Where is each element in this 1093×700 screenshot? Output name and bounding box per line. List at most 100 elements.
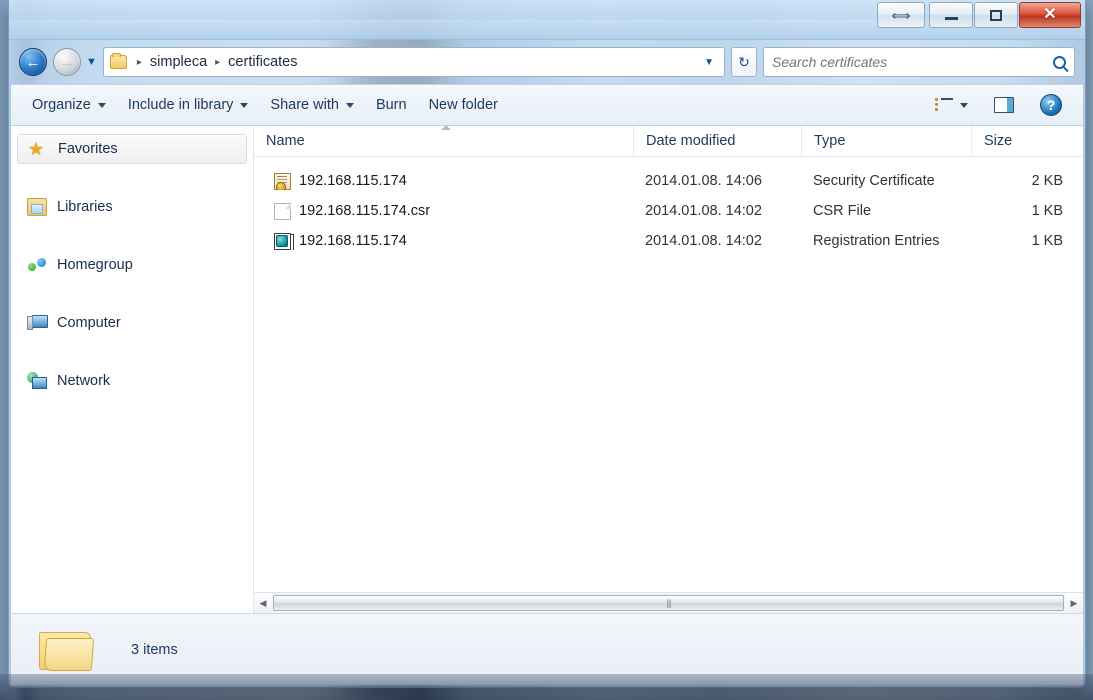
sidebar-item-network[interactable]: Network [17,366,247,396]
forward-button[interactable]: → [53,48,81,76]
sidebar-item-label: Libraries [57,199,113,215]
cell-date-modified: 2014.01.08. 14:06 [645,173,762,189]
cell-date-modified: 2014.01.08. 14:02 [645,233,762,249]
organize-button[interactable]: Organize [21,92,117,118]
sidebar-item-label: Computer [57,315,121,331]
table-row[interactable]: 192.168.115.174 2014.01.08. 14:06 Securi… [254,166,1083,196]
search-icon [1053,55,1066,69]
cell-type: CSR File [813,203,872,219]
include-in-library-label: Include in library [127,97,234,113]
share-with-label: Share with [270,97,339,113]
address-bar-row: ← → ▼ ▸ simpleca ▸ certificates ▼ ↻ [9,40,1085,84]
column-header-type[interactable]: Type [801,126,971,156]
breadcrumb-simpleca[interactable]: simpleca [147,54,210,70]
help-icon: ? [1040,94,1062,116]
network-icon [27,372,47,390]
chevron-down-icon [240,102,249,108]
chevron-down-icon [960,102,968,108]
column-header-size[interactable]: Size [971,126,1083,156]
close-icon: ✕ [1043,6,1057,23]
back-button[interactable]: ← [19,48,47,76]
resize-arrow-icon: ⟺ [891,7,911,23]
registry-file-icon [274,232,294,250]
sidebar-item-libraries[interactable]: Libraries [17,192,247,222]
sidebar-item-label: Homegroup [57,257,133,273]
sidebar-item-homegroup[interactable]: Homegroup [17,250,247,280]
blank-document-icon [274,202,291,220]
resize-button[interactable]: ⟺ [877,2,925,28]
change-view-button[interactable] [924,93,979,117]
recent-pages-button[interactable]: ▼ [86,56,97,68]
breadcrumb-certificates[interactable]: certificates [225,54,300,70]
address-dropdown-button[interactable]: ▼ [700,57,720,68]
burn-label: Burn [375,97,407,113]
view-options-icon [935,98,953,112]
file-name: 192.168.115.174 [299,173,407,189]
toolbar-right-group: ? [924,89,1073,121]
sidebar-item-label: Favorites [58,141,118,157]
item-count-label: 3 items [131,641,178,658]
star-icon: ★ [28,139,45,159]
include-in-library-button[interactable]: Include in library [117,92,260,118]
desktop-backdrop: ⟺ ✕ ← → ▼ ▸ simpleca ▸ certificates ▼ ↻ … [0,0,1093,700]
cell-date-modified: 2014.01.08. 14:02 [645,203,762,219]
folder-icon [39,628,95,672]
chevron-down-icon [345,102,354,108]
back-arrow-icon: ← [25,53,41,71]
scroll-right-button[interactable]: ▶ [1065,593,1083,613]
new-folder-button[interactable]: New folder [418,92,509,118]
column-label: Date modified [646,133,736,149]
cell-size: 1 KB [1031,203,1063,219]
address-bar[interactable]: ▸ simpleca ▸ certificates ▼ [102,47,725,77]
preview-pane-icon [994,97,1014,113]
scroll-left-button[interactable]: ◀ [254,593,272,613]
minimize-button[interactable] [929,2,973,28]
table-row[interactable]: 192.168.115.174.csr 2014.01.08. 14:02 CS… [254,196,1083,226]
scrollbar-grip-icon: ||| [666,598,671,608]
burn-button[interactable]: Burn [365,92,418,118]
column-label: Type [814,133,846,149]
cell-size: 2 KB [1031,173,1063,189]
security-certificate-icon [274,172,291,190]
file-list-pane: Name Date modified Type Size 192.168.115… [254,126,1083,613]
forward-arrow-icon: → [59,53,75,71]
close-button[interactable]: ✕ [1019,2,1081,28]
search-input[interactable] [772,54,1053,70]
homegroup-icon [27,256,47,274]
column-header-name[interactable]: Name [254,126,633,156]
refresh-button[interactable]: ↻ [731,47,757,77]
minimize-icon [944,17,958,20]
table-row[interactable]: 192.168.115.174 2014.01.08. 14:02 Regist… [254,226,1083,256]
column-header-date-modified[interactable]: Date modified [633,126,801,156]
cell-size: 1 KB [1031,233,1063,249]
sort-ascending-icon [441,126,451,130]
maximize-icon [990,9,1002,21]
column-label: Size [984,133,1013,149]
maximize-button[interactable] [974,2,1018,28]
window-body: ★ Favorites Libraries Homegroup Computer [11,126,1083,613]
preview-pane-button[interactable] [983,92,1025,118]
window-controls: ✕ [929,2,1081,28]
refresh-icon: ↻ [738,53,750,70]
breadcrumb-separator-0: ▸ [136,56,142,68]
scrollbar-thumb[interactable]: ||| [273,595,1064,611]
cell-name: 192.168.115.174 [254,172,633,190]
help-button[interactable]: ? [1029,89,1073,121]
computer-icon [27,314,48,332]
share-with-button[interactable]: Share with [259,92,365,118]
command-toolbar: Organize Include in library Share with B… [11,84,1083,126]
folder-icon [109,53,127,69]
file-explorer-window: ⟺ ✕ ← → ▼ ▸ simpleca ▸ certificates ▼ ↻ … [8,0,1086,688]
file-rows: 192.168.115.174 2014.01.08. 14:06 Securi… [254,157,1083,592]
search-box[interactable] [763,47,1075,77]
column-label: Name [266,133,305,149]
file-name: 192.168.115.174.csr [299,203,431,219]
sidebar-item-label: Network [57,373,111,389]
libraries-icon [27,198,47,216]
sidebar-item-favorites[interactable]: ★ Favorites [17,134,247,164]
scrollbar-track[interactable]: ||| [272,593,1065,613]
cell-name: 192.168.115.174 [254,232,633,250]
sidebar-item-computer[interactable]: Computer [17,308,247,338]
title-bar: ⟺ ✕ [9,0,1085,40]
horizontal-scrollbar[interactable]: ◀ ||| ▶ [254,592,1083,613]
